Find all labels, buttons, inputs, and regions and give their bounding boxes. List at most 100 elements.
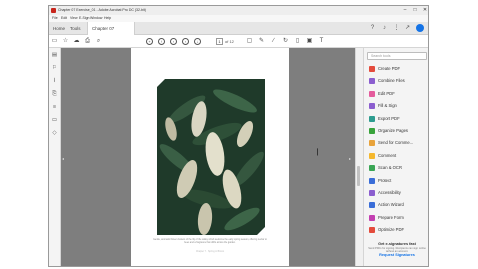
tool-label: Scan & OCR: [378, 165, 402, 171]
tab-tools[interactable]: Tools: [66, 22, 85, 35]
tool-icon: [369, 78, 375, 85]
attachments-icon[interactable]: ⎘: [51, 91, 58, 98]
zoom-search-icon[interactable]: ⌕: [95, 38, 102, 45]
tool-item[interactable]: Create PDF: [367, 64, 428, 74]
tool-label: Edit PDF: [378, 90, 395, 96]
tool-icon: [369, 90, 375, 97]
page-count: of 12: [225, 39, 234, 44]
avatar[interactable]: [416, 24, 424, 32]
tool-icon: [369, 177, 375, 184]
tool-item[interactable]: Send for Comme...: [367, 138, 428, 148]
search-tools-input[interactable]: [367, 52, 427, 60]
scroll-down-icon[interactable]: ↓: [194, 38, 201, 45]
minimize-button[interactable]: –: [400, 6, 410, 15]
upload-cloud-icon[interactable]: ☁: [73, 38, 80, 45]
tool-icon: [369, 165, 375, 172]
menu-window[interactable]: Window: [90, 15, 102, 22]
acrobat-window: Chapter 07 Exercise_01 - Adobe Acrobat P…: [48, 5, 429, 267]
select-tool-icon[interactable]: +: [146, 38, 153, 45]
expand-right-icon[interactable]: ▸: [349, 156, 351, 161]
tool-icon: [369, 227, 375, 234]
tool-label: Combine Files: [378, 78, 405, 84]
tool-icon: [369, 202, 375, 209]
tool-label: Fill & Sign: [378, 103, 397, 109]
page-number-input[interactable]: 1: [216, 38, 223, 45]
document-view[interactable]: ◂ Gentle, aromatic flower clusters of th…: [61, 48, 355, 266]
vertical-scrollbar[interactable]: [355, 48, 361, 266]
window-title: Chapter 07 Exercise_01 - Adobe Acrobat P…: [58, 8, 146, 12]
pages-icon[interactable]: ▭: [51, 117, 58, 124]
tool-icon: [369, 190, 375, 196]
tool-icon: [369, 140, 375, 147]
tool-item[interactable]: Prepare Form: [367, 213, 428, 223]
collapse-left-icon[interactable]: ◂: [62, 156, 64, 161]
title-bar: Chapter 07 Exercise_01 - Adobe Acrobat P…: [49, 6, 428, 15]
help-icon[interactable]: ?: [369, 25, 376, 32]
tool-item[interactable]: Combine Files: [367, 76, 428, 86]
tool-item[interactable]: Action Wizard: [367, 200, 428, 210]
tab-document[interactable]: Chapter 07 Exercis... ✕: [87, 22, 135, 44]
layers-icon[interactable]: ≡: [51, 104, 58, 111]
tag-icon[interactable]: ◇: [51, 130, 58, 137]
paperclip-icon[interactable]: ⌇: [51, 78, 58, 85]
tool-item[interactable]: Protect: [367, 176, 428, 186]
bookmark-icon[interactable]: ⚐: [51, 65, 58, 72]
close-window-button[interactable]: ✕: [420, 6, 428, 15]
menu-esign[interactable]: E-Sign: [79, 15, 90, 22]
tool-icon: [369, 66, 375, 72]
menu-view[interactable]: View: [70, 15, 78, 22]
previous-page-icon[interactable]: ‹: [170, 38, 177, 45]
tool-label: Send for Comme...: [378, 140, 414, 146]
comment-icon[interactable]: ▢: [246, 38, 253, 45]
tool-icon: [369, 214, 375, 221]
bookmark-star-icon[interactable]: ☆: [62, 38, 69, 45]
tool-icon: [369, 103, 375, 110]
save-icon[interactable]: ▭: [51, 38, 58, 45]
apps-grid-icon[interactable]: ⋮: [393, 25, 400, 32]
mouse-cursor-icon: ▕: [313, 150, 318, 156]
tool-label: Organize Pages: [378, 128, 409, 133]
pdf-page: Gentle, aromatic flower clusters of the …: [131, 48, 289, 266]
tool-item[interactable]: Accessibility: [367, 188, 428, 198]
tool-label: Optimize PDF: [378, 227, 405, 233]
page-icon[interactable]: ▯: [294, 38, 301, 45]
tool-item[interactable]: Edit PDF: [367, 89, 428, 99]
image-icon[interactable]: ▣: [306, 38, 313, 45]
photo-caption: Gentle, aromatic flower clusters of the …: [153, 239, 267, 245]
menu-help[interactable]: Help: [104, 15, 111, 22]
tab-bar: Home Tools Chapter 07 Exercis... ✕ ? ♪ ⋮…: [49, 22, 428, 44]
menu-edit[interactable]: Edit: [61, 15, 67, 22]
scroll-up-icon[interactable]: ↑: [158, 38, 165, 45]
left-navigation-rail: ▤ ⚐ ⌇ ⎘ ≡ ▭ ◇: [49, 48, 61, 266]
maximize-button[interactable]: □: [410, 6, 420, 15]
tool-item[interactable]: Comment: [367, 151, 428, 161]
menu-file[interactable]: File: [52, 15, 58, 22]
tool-label: Action Wizard: [378, 202, 404, 208]
tool-item[interactable]: Organize Pages: [367, 126, 428, 136]
tool-icon: [369, 152, 375, 159]
tool-item[interactable]: Fill & Sign: [367, 101, 428, 111]
tool-label: Protect: [378, 177, 392, 183]
scrollbar-thumb[interactable]: [357, 166, 360, 186]
request-signatures-link[interactable]: Request Signatures: [367, 253, 427, 258]
tool-label: Comment: [378, 152, 397, 158]
tool-item[interactable]: Export PDF: [367, 114, 428, 124]
bell-icon[interactable]: ♪: [381, 25, 388, 32]
tool-item[interactable]: Scan & OCR: [367, 163, 428, 173]
share-icon[interactable]: ↗: [404, 25, 411, 32]
text-tool-icon[interactable]: T: [318, 38, 325, 45]
tool-label: Export PDF: [378, 115, 400, 121]
page-footer: Chapter 7 · Spring in Bloom: [195, 251, 225, 253]
highlight-icon[interactable]: ∕: [270, 38, 277, 45]
menu-bar: File Edit View E-Sign Window Help: [49, 15, 428, 22]
esign-promo: Get e-signatures fast Send PDFs for sign…: [367, 242, 427, 258]
flower-photo: [157, 79, 265, 235]
page-thumbnails-icon[interactable]: ▤: [51, 52, 58, 59]
print-icon[interactable]: ⎙: [84, 38, 91, 45]
rotate-icon[interactable]: ↻: [282, 38, 289, 45]
pen-icon[interactable]: ✎: [258, 38, 265, 45]
tool-label: Accessibility: [378, 190, 401, 195]
tool-item[interactable]: Optimize PDF: [367, 225, 428, 235]
next-page-icon[interactable]: ›: [182, 38, 189, 45]
tool-icon: [369, 115, 375, 122]
